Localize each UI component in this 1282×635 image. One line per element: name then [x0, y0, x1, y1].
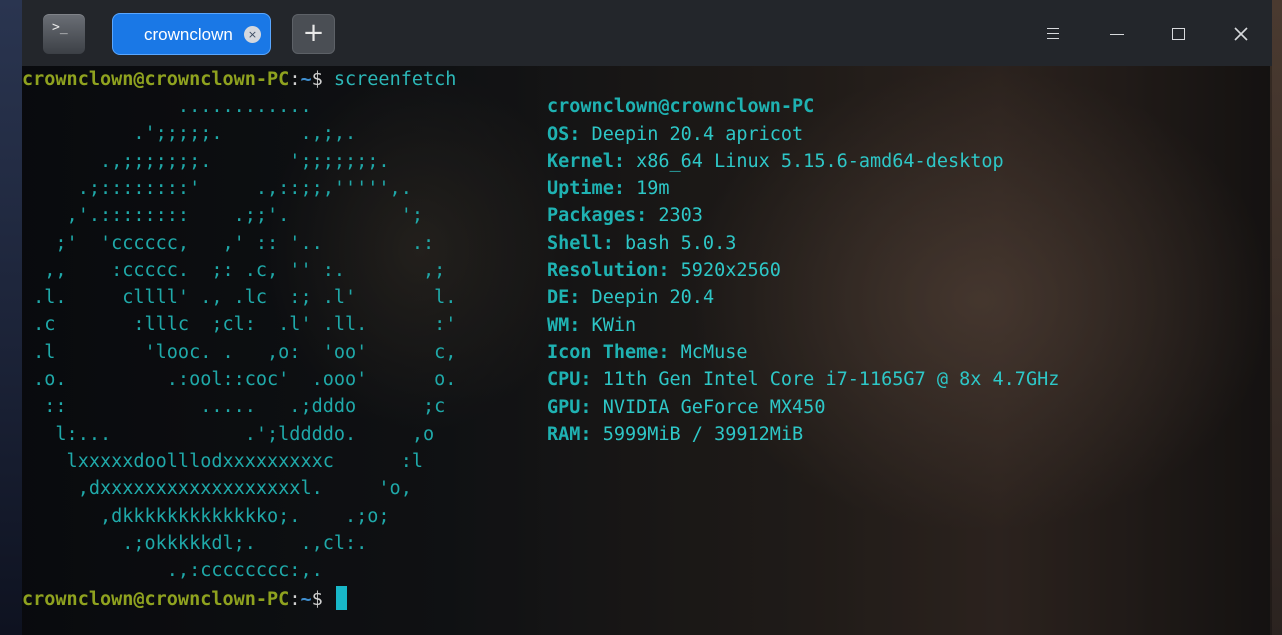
ascii-logo-line: :: ..... .;dddo ;c: [22, 396, 446, 418]
info-key: Shell:: [547, 232, 614, 254]
ascii-logo-line: ,'.:::::::: .;;'. ';: [22, 205, 423, 227]
info-row: Uptime: 19m: [547, 175, 670, 202]
title-bar: >_ crownclown × +: [22, 0, 1272, 66]
maximize-button[interactable]: [1159, 16, 1199, 52]
info-row: Packages: 2303: [547, 202, 703, 229]
close-button[interactable]: [1221, 16, 1261, 52]
menu-button[interactable]: [1033, 16, 1073, 52]
wallpaper-edge-left: [0, 0, 22, 635]
tab-crownclown[interactable]: crownclown ×: [112, 13, 271, 55]
prompt-path: ~: [300, 69, 312, 90]
ascii-logo-line: .l. cllll' ., .lc :; .l' l.: [22, 287, 457, 309]
info-value: Deepin 20.4: [580, 287, 715, 309]
ascii-logo-line: ,dxxxxxxxxxxxxxxxxxxl. 'o,: [22, 478, 412, 500]
prompt-separator: :: [289, 69, 301, 90]
text-cursor: [335, 586, 347, 610]
tab-close-icon[interactable]: ×: [244, 26, 261, 43]
terminal-prompt-icon: >_: [52, 20, 68, 35]
info-row: OS: Deepin 20.4 apricot: [547, 121, 803, 148]
info-value: x86_64 Linux 5.15.6-amd64-desktop: [624, 150, 1004, 172]
ascii-logo-line: .;::::::::' .,::;;,''''',.: [22, 177, 412, 199]
info-header: crownclown@crownclown-PC: [547, 96, 815, 117]
info-value: 5999MiB / 39912MiB: [591, 423, 804, 445]
minimize-icon: [1110, 34, 1124, 35]
ascii-logo-line: .,:cccccccc:,.: [22, 560, 323, 582]
info-key: Resolution:: [547, 260, 670, 281]
terminal-window: >_ crownclown × + crownclown@crownclown-…: [22, 0, 1272, 635]
info-key: Icon Theme:: [547, 341, 670, 363]
ascii-logo-line: .';;;;;. .,;,.: [22, 123, 357, 145]
prompt-separator: :: [289, 589, 301, 610]
prompt-line: crownclown@crownclown-PC:~$ screenfetch: [22, 66, 456, 93]
info-key: RAM:: [547, 423, 592, 445]
ascii-logo-line: .,;;;;;;;. ';;;;;;;.: [22, 150, 390, 172]
prompt-line-current: crownclown@crownclown-PC:~$: [22, 586, 347, 613]
info-key: OS:: [547, 123, 581, 145]
ascii-logo-line: ,, :ccccc. ;: .c, '' :. ,;: [22, 259, 446, 281]
info-value: KWin: [580, 314, 637, 336]
minimize-button[interactable]: [1097, 16, 1137, 52]
prompt-user-host: crownclown@crownclown-PC: [22, 589, 290, 610]
prompt-symbol: $: [311, 589, 334, 610]
new-tab-button[interactable]: +: [292, 14, 335, 54]
maximize-icon: [1172, 28, 1185, 40]
info-key: WM:: [547, 314, 581, 336]
prompt-path: ~: [300, 589, 312, 610]
prompt-user-host: crownclown@crownclown-PC: [22, 69, 290, 90]
info-row: Icon Theme: McMuse: [547, 339, 748, 366]
info-value: 11th Gen Intel Core i7-1165G7 @ 8x 4.7GH…: [591, 369, 1060, 391]
info-row: Shell: bash 5.0.3: [547, 230, 736, 257]
prompt-symbol: $: [311, 69, 334, 90]
info-value: 5920x2560: [669, 260, 781, 281]
ascii-logo-line: .o. .:ool::coc' .ooo' o.: [22, 369, 457, 390]
info-row: Kernel: x86_64 Linux 5.15.6-amd64-deskto…: [547, 148, 1004, 175]
info-row: GPU: NVIDIA GeForce MX450: [547, 394, 825, 421]
info-value: 2303: [647, 205, 703, 227]
info-value: McMuse: [669, 341, 748, 363]
ascii-logo-line: l:... .';lddddo. ,o: [22, 423, 435, 445]
info-row: CPU: 11th Gen Intel Core i7-1165G7 @ 8x …: [547, 366, 1059, 393]
info-row: WM: KWin: [547, 312, 636, 339]
info-value: Deepin 20.4 apricot: [580, 123, 804, 145]
terminal-app-icon[interactable]: >_: [43, 14, 85, 54]
ascii-logo-line: ;' 'cccccc, ,' :: '.. .:: [22, 232, 435, 254]
info-row: DE: Deepin 20.4: [547, 284, 714, 311]
info-row: RAM: 5999MiB / 39912MiB: [547, 421, 803, 448]
info-key: Uptime:: [547, 178, 625, 200]
info-value: NVIDIA GeForce MX450: [591, 396, 826, 418]
ascii-logo-line: .l 'looc. . ,o: 'oo' c,: [22, 341, 457, 363]
close-icon: [1234, 27, 1248, 41]
ascii-logo-line: ,dkkkkkkkkkkkkko;. .;o;: [22, 505, 390, 527]
info-key: DE:: [547, 287, 581, 309]
command-text: screenfetch: [333, 69, 457, 90]
info-value: bash 5.0.3: [613, 232, 737, 254]
info-key: CPU:: [547, 369, 592, 391]
ascii-logo-line: .c :lllc ;cl: .l' .ll. :': [22, 314, 457, 336]
desktop: >_ crownclown × + crownclown@crownclown-…: [0, 0, 1282, 635]
tab-label: crownclown: [144, 25, 233, 44]
terminal-output[interactable]: crownclown@crownclown-PC:~$ screenfetch …: [22, 66, 1272, 635]
info-key: Kernel:: [547, 150, 625, 172]
ascii-logo-line: ............: [22, 96, 312, 117]
info-row: Resolution: 5920x2560: [547, 257, 781, 284]
info-key: Packages:: [547, 205, 648, 227]
info-value: 19m: [624, 178, 670, 200]
ascii-logo-line: lxxxxxdoolllodxxxxxxxxxc :l: [22, 450, 423, 472]
ascii-logo-line: .;okkkkkdl;. .,cl:.: [22, 532, 368, 554]
info-key: GPU:: [547, 396, 592, 418]
